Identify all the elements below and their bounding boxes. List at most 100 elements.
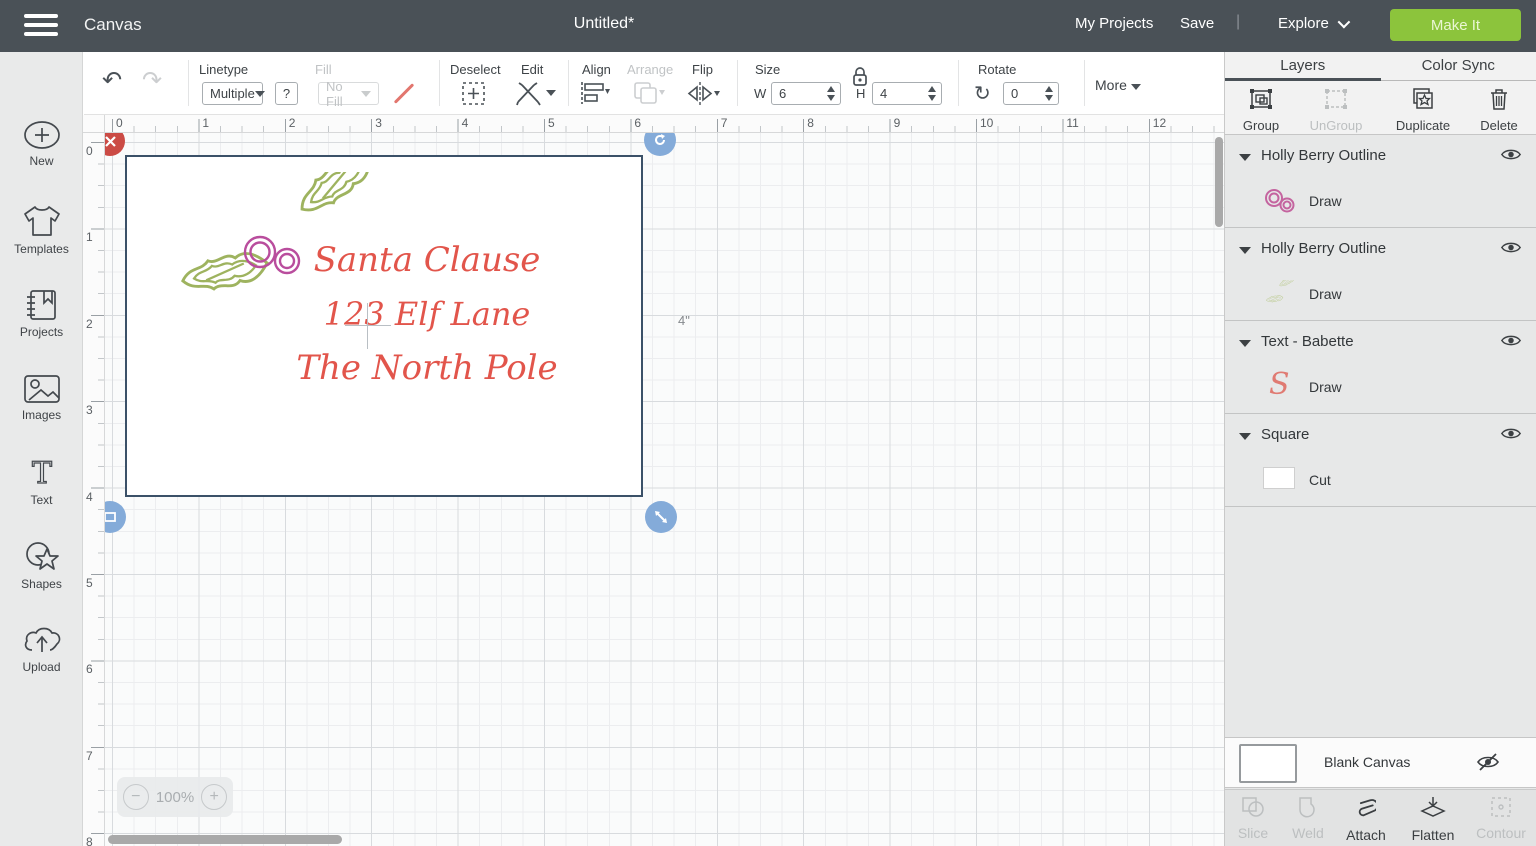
linetype-label: Linetype xyxy=(199,62,248,77)
height-stepper[interactable] xyxy=(925,82,939,105)
top-bar: Canvas Untitled* My Projects Save | Expl… xyxy=(0,0,1536,52)
flip-label: Flip xyxy=(692,62,713,77)
document-title[interactable]: Untitled* xyxy=(574,15,634,33)
zoom-level: 100% xyxy=(156,789,194,806)
save-link[interactable]: Save xyxy=(1180,15,1214,32)
make-it-button[interactable]: Make It xyxy=(1390,9,1521,41)
tab-layers[interactable]: Layers xyxy=(1225,52,1381,80)
deselect-label: Deselect xyxy=(450,62,501,77)
no-fill-swatch-icon xyxy=(393,82,415,104)
menu-icon[interactable] xyxy=(24,14,58,38)
caret-down-icon[interactable] xyxy=(1239,247,1251,254)
caret-down-icon[interactable] xyxy=(1239,154,1251,161)
sidebar-item-images[interactable]: Images xyxy=(0,374,83,422)
ruler-number: 3 xyxy=(86,403,93,417)
upload-cloud-icon xyxy=(22,626,62,656)
flatten-icon xyxy=(1420,796,1446,820)
layer-row[interactable]: Holly Berry Outline xyxy=(1225,228,1536,272)
vertical-ruler: 012345678 xyxy=(83,133,105,846)
rotate-label: Rotate xyxy=(978,62,1016,77)
ruler-number: 8 xyxy=(86,835,93,846)
design-card[interactable]: Santa Clause 123 Elf Lane The North Pole xyxy=(125,155,643,497)
zoom-in-button[interactable]: + xyxy=(201,784,227,810)
layer-group-leaves: Holly Berry Outline Draw xyxy=(1225,228,1536,320)
linetype-dropdown[interactable]: Multiple xyxy=(202,82,263,105)
chevron-down-icon xyxy=(1337,16,1350,29)
fill-label: Fill xyxy=(315,62,332,77)
paperclip-icon xyxy=(1356,796,1376,820)
tab-color-sync[interactable]: Color Sync xyxy=(1381,52,1536,80)
group-icon xyxy=(1249,88,1273,110)
horizontal-ruler: 0123456789101112 xyxy=(105,115,1224,133)
eye-icon[interactable] xyxy=(1500,240,1522,260)
blank-canvas-row[interactable]: Blank Canvas xyxy=(1225,737,1536,788)
size-label: Size xyxy=(755,62,780,77)
layer-operation-row[interactable]: S Draw xyxy=(1225,365,1536,413)
square-thumbnail xyxy=(1263,467,1295,489)
duplicate-button[interactable]: Duplicate xyxy=(1388,88,1458,133)
flatten-button[interactable]: Flatten xyxy=(1403,796,1463,843)
eye-icon[interactable] xyxy=(1500,426,1522,446)
script-thumbnail: S xyxy=(1269,367,1290,402)
attach-button[interactable]: Attach xyxy=(1338,796,1394,843)
ruler-number: 5 xyxy=(548,116,555,130)
deselect-icon[interactable] xyxy=(461,81,486,111)
zoom-out-button[interactable]: − xyxy=(123,784,149,810)
notebook-icon xyxy=(24,289,60,321)
explore-menu[interactable]: Explore xyxy=(1278,15,1347,32)
align-icon[interactable] xyxy=(580,81,612,110)
canvas-swatch[interactable] xyxy=(1239,744,1297,783)
rotate-stepper[interactable] xyxy=(1042,82,1056,105)
edit-toolbar: ↶ ↷ Linetype Multiple ? Fill No Fill Des… xyxy=(84,52,1224,115)
edit-icon[interactable] xyxy=(514,81,544,111)
ruler-number: 0 xyxy=(86,144,93,158)
vertical-scrollbar[interactable] xyxy=(1215,137,1223,227)
eye-off-icon[interactable] xyxy=(1476,752,1500,777)
ruler-number: 6 xyxy=(634,116,641,130)
sidebar-item-shapes[interactable]: Shapes xyxy=(0,541,83,591)
layer-row[interactable]: Square xyxy=(1225,414,1536,458)
image-icon xyxy=(23,374,61,404)
layer-operation-row[interactable]: Draw xyxy=(1225,272,1536,320)
ruler-number: 4 xyxy=(86,490,93,504)
rotate-icon[interactable]: ↻ xyxy=(974,81,991,106)
topbar-divider: | xyxy=(1236,13,1240,31)
eye-icon[interactable] xyxy=(1500,333,1522,353)
sidebar-item-upload[interactable]: Upload xyxy=(0,626,83,674)
layer-operation-row[interactable]: Cut xyxy=(1225,458,1536,506)
undo-icon[interactable]: ↶ xyxy=(102,66,122,95)
layer-row[interactable]: Text - Babette xyxy=(1225,321,1536,365)
group-button[interactable]: Group xyxy=(1239,88,1283,133)
ruler-number: 0 xyxy=(116,116,123,130)
trash-icon xyxy=(1489,88,1509,110)
sidebar-item-text[interactable]: T Text xyxy=(0,457,83,507)
canvas-grid[interactable]: Santa Clause 123 Elf Lane The North Pole… xyxy=(105,133,1224,846)
more-menu[interactable]: More xyxy=(1095,77,1141,93)
delete-button[interactable]: Delete xyxy=(1475,88,1523,133)
fill-dropdown: No Fill xyxy=(318,82,379,105)
left-sidebar: New Templates Projects Images T Text Sha… xyxy=(0,52,83,846)
ruler-number: 8 xyxy=(807,116,814,130)
flip-icon[interactable] xyxy=(686,81,722,111)
width-stepper[interactable] xyxy=(824,82,838,105)
edit-label: Edit xyxy=(521,62,543,77)
horizontal-scrollbar[interactable] xyxy=(108,835,342,844)
edit-chevron-icon[interactable] xyxy=(546,90,556,96)
ruler-number: 9 xyxy=(894,116,901,130)
sidebar-item-templates[interactable]: Templates xyxy=(0,204,83,256)
linetype-help-button[interactable]: ? xyxy=(275,82,298,105)
sidebar-item-projects[interactable]: Projects xyxy=(0,289,83,339)
arrange-icon xyxy=(632,80,666,111)
ruler-number: 1 xyxy=(86,230,93,244)
sidebar-item-new[interactable]: New xyxy=(0,120,83,168)
address-text[interactable]: Santa Clause 123 Elf Lane The North Pole xyxy=(257,233,597,395)
ruler-number: 7 xyxy=(86,749,93,763)
caret-down-icon[interactable] xyxy=(1239,340,1251,347)
resize-handle[interactable] xyxy=(645,501,677,533)
layer-operation-row[interactable]: Draw xyxy=(1225,179,1536,227)
layer-row[interactable]: Holly Berry Outline xyxy=(1225,135,1536,179)
weld-icon xyxy=(1296,796,1320,818)
eye-icon[interactable] xyxy=(1500,147,1522,167)
caret-down-icon[interactable] xyxy=(1239,433,1251,440)
my-projects-link[interactable]: My Projects xyxy=(1075,15,1153,32)
